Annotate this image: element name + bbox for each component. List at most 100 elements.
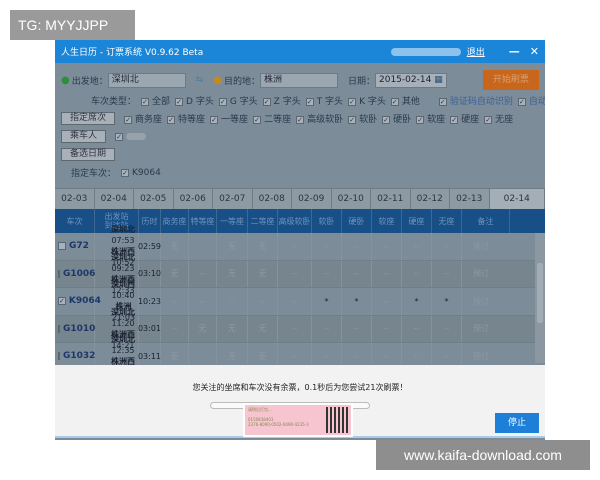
tab-date[interactable]: 02-08 [253,189,292,209]
seat-select-button[interactable]: 指定席次 [61,112,116,125]
tab-date[interactable]: 02-11 [371,189,411,209]
seat-cell: * [402,288,432,315]
checkbox[interactable]: ✓ [218,98,227,106]
scrollbar[interactable] [535,233,545,363]
tab-date[interactable]: 02-07 [213,189,253,209]
alt-date-button[interactable]: 备选日期 [61,148,116,161]
checkbox[interactable]: ✓ [305,98,314,106]
seat-option[interactable]: ✓ 特等座 [162,115,205,125]
column-header[interactable]: 软座 [372,209,402,233]
train-cell[interactable]: G1006 [55,260,96,287]
row-checkbox[interactable] [58,269,60,278]
logout-link[interactable]: 退出 [467,45,485,58]
seat-option[interactable]: ✓ 软卧 [343,115,377,125]
seat-option[interactable]: ✓ 软座 [411,115,445,125]
column-header[interactable]: 高级软卧 [278,209,312,233]
seat-option[interactable]: ✓ 硬卧 [377,115,411,125]
column-header[interactable]: 硬座 [402,209,432,233]
passenger-checkbox[interactable]: ✓ [115,132,124,141]
column-header[interactable]: 特等座 [189,209,217,233]
tab-date[interactable]: 02-04 [95,189,134,209]
checkbox[interactable]: ✓ [517,98,526,106]
checkbox[interactable]: ✓ [175,98,184,106]
checkbox[interactable]: ✓ [210,116,219,124]
seat-cell: -- [278,288,312,315]
train-cell[interactable]: G72 [55,233,95,260]
option-toggle[interactable]: ✓自动刷票 [513,97,545,107]
column-header[interactable]: 一等座 [217,209,248,233]
seat-option[interactable]: ✓ 硬座 [445,115,479,125]
checkbox-label: G 字头 [229,97,258,107]
from-input[interactable]: 深圳北 [107,72,186,88]
tab-date[interactable]: 02-05 [134,189,174,209]
option-toggle[interactable]: ✓ 验证码自动识别 [434,97,513,107]
book-button[interactable]: 预订 [462,233,500,260]
row-checkbox[interactable] [58,324,60,333]
column-header[interactable]: 软卧 [312,209,342,233]
checkbox[interactable]: ✓ [167,116,176,124]
seat-option[interactable]: ✓ 一等座 [205,115,248,125]
checkbox[interactable]: ✓ [382,116,391,124]
checkbox[interactable]: ✓ [438,98,447,106]
tab-date[interactable]: 02-09 [292,189,332,209]
passenger-button[interactable]: 乘车人 [61,130,107,143]
book-button[interactable]: 预订 [462,261,500,288]
tab-date[interactable]: 02-14 [489,189,545,209]
book-button[interactable]: 预订 [462,316,500,343]
stop-button[interactable]: 停止 [495,413,539,433]
checkbox[interactable]: ✓ [253,116,262,124]
column-header[interactable]: 二等座 [248,209,278,233]
row-checkbox[interactable] [58,242,66,251]
checkbox[interactable]: ✓ [348,98,357,106]
row-checkbox[interactable] [58,352,60,361]
column-header[interactable]: 商务座 [161,209,189,233]
train-checkbox[interactable]: ✓ [121,168,130,177]
checkbox[interactable]: ✓ [124,116,133,124]
column-header[interactable]: 车次 [55,209,95,233]
train-type-option[interactable]: ✓ K 字头 [343,97,386,107]
book-button[interactable]: 预订 [462,288,500,315]
calendar-icon[interactable]: ▦ [434,75,443,85]
column-header[interactable]: 历时 [139,209,161,233]
start-button[interactable]: 开始刷票 [482,70,540,90]
column-header[interactable]: 硬卧 [342,209,372,233]
checkbox-label: 其他 [401,97,420,107]
train-table: G72 深圳北 07:53 株洲西 10:52 02:59 无无无 -- -- -- -- -- -… [55,225,535,377]
seat-option[interactable]: ✓ 二等座 [248,115,291,125]
checkbox[interactable]: ✓ [484,116,493,124]
train-type-option[interactable]: ✓ 其他 [386,97,420,107]
train-type-option[interactable]: ✓ Z 字头 [258,97,301,107]
checkbox[interactable]: ✓ [416,116,425,124]
tab-date[interactable]: 02-10 [332,189,371,209]
tab-date[interactable]: 02-03 [55,189,95,209]
tab-date[interactable]: 02-13 [450,189,490,209]
train-type-option[interactable]: ✓ G 字头 [214,97,258,107]
swap-icon[interactable]: ⇆ [196,75,204,85]
seat-option[interactable]: ✓ 无座 [479,115,513,125]
tab-date[interactable]: 02-12 [411,189,450,209]
train-cell[interactable]: ✓ K9064 [55,288,101,315]
column-header[interactable]: 备注 [462,209,510,233]
checkbox[interactable]: ✓ [141,98,150,106]
column-label: 硬卧 [348,216,365,226]
train-cell[interactable]: G1010 [55,315,95,342]
seat-option[interactable]: ✓ 高级软卧 [291,115,343,125]
checkbox[interactable]: ✓ [262,98,271,106]
row-checkbox[interactable]: ✓ [58,297,66,306]
minimize-button[interactable]: — [509,45,520,58]
date-input[interactable]: 2015-02-14 ▦ [375,72,447,88]
checkbox[interactable]: ✓ [390,98,399,106]
train-number: G1006 [63,268,96,279]
close-button[interactable]: ✕ [530,45,539,58]
train-type-option[interactable]: ✓ 全部 [136,97,170,107]
seat-option[interactable]: ✓ 商务座 [119,115,162,125]
checkbox[interactable]: ✓ [450,116,459,124]
train-type-option[interactable]: ✓ D 字头 [170,97,214,107]
column-header[interactable]: 无座 [432,209,462,233]
checkbox[interactable]: ✓ [296,116,305,124]
checkbox[interactable]: ✓ [348,116,357,124]
to-input[interactable]: 株洲 [260,72,338,88]
checkbox-label: Z 字头 [273,97,301,107]
train-type-option[interactable]: ✓ T 字头 [301,97,343,107]
tab-date[interactable]: 02-06 [174,189,213,209]
